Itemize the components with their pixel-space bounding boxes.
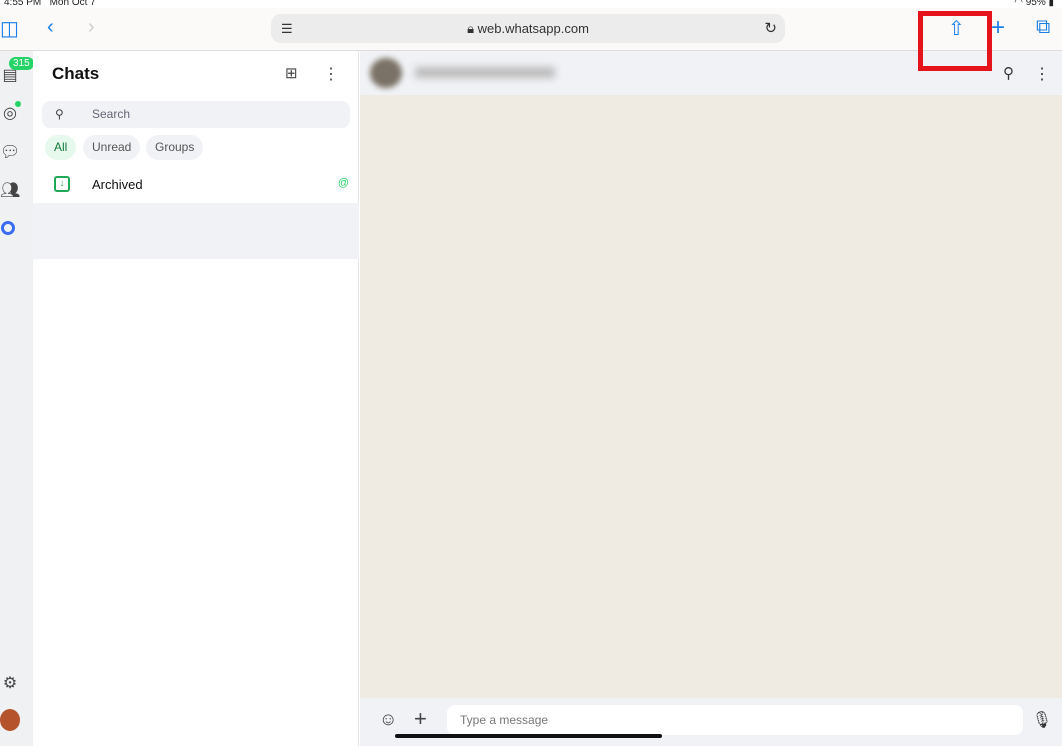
microphone-icon[interactable]: 🎙︎ bbox=[1032, 710, 1052, 730]
emoji-icon[interactable]: ☺ bbox=[379, 709, 397, 730]
contact-name-blurred bbox=[415, 67, 555, 78]
profile-avatar[interactable] bbox=[0, 709, 20, 731]
channels-icon[interactable]: 💬︎ bbox=[0, 142, 20, 162]
filter-groups[interactable]: Groups bbox=[146, 135, 204, 160]
new-tab-icon[interactable]: + bbox=[991, 14, 1005, 42]
conversation-pane: ⚲ ⋮ ☺ + Type a message 🎙︎ bbox=[360, 51, 1062, 746]
filter-all[interactable]: All bbox=[45, 135, 77, 160]
status-time: 4:55 PM Mon Oct 7 bbox=[4, 0, 96, 8]
chat-list-panel: Chats ⊞ ⋮ ⚲ Search All Unread Groups ↓ A… bbox=[33, 51, 359, 746]
attach-icon[interactable]: + bbox=[414, 706, 427, 732]
browser-toolbar: ◫ ‹ › ☰ 🔒︎ web.whatsapp.com ↻ ⇧ + ⧉ bbox=[0, 8, 1062, 71]
forward-icon[interactable]: › bbox=[88, 16, 95, 39]
multitask-dots[interactable]: ••• bbox=[520, 0, 534, 5]
new-chat-icon[interactable]: ⊞ bbox=[285, 64, 298, 82]
status-dot bbox=[15, 101, 21, 107]
search-placeholder: Search bbox=[92, 107, 131, 121]
search-input[interactable]: ⚲ Search bbox=[42, 101, 350, 128]
search-icon: ⚲ bbox=[55, 107, 64, 121]
empty-area bbox=[33, 203, 359, 259]
message-input[interactable]: Type a message bbox=[447, 705, 1023, 735]
highlight-box bbox=[918, 11, 992, 71]
home-indicator[interactable] bbox=[395, 734, 662, 738]
chat-menu-icon[interactable]: ⋮ bbox=[1034, 64, 1050, 84]
reload-icon[interactable]: ↻ bbox=[764, 14, 777, 43]
meta-ai-icon[interactable] bbox=[1, 221, 15, 235]
reader-icon[interactable]: ☰ bbox=[281, 14, 293, 43]
archive-icon: ↓ bbox=[54, 176, 70, 192]
tabs-overview-icon[interactable]: ⧉ bbox=[1036, 16, 1050, 39]
address-bar[interactable]: ☰ 🔒︎ web.whatsapp.com ↻ bbox=[271, 14, 785, 43]
back-icon[interactable]: ‹ bbox=[47, 16, 54, 39]
url-text: web.whatsapp.com bbox=[477, 21, 589, 36]
message-placeholder: Type a message bbox=[460, 713, 549, 727]
status-bar: 4:55 PM Mon Oct 7 ••• ◠ 95% ▮ bbox=[0, 0, 1062, 8]
settings-icon[interactable]: ⚙ bbox=[0, 673, 20, 693]
mention-icon: @ bbox=[337, 177, 349, 189]
sidebar-toggle-icon[interactable]: ◫ bbox=[0, 16, 19, 41]
communities-icon[interactable]: 👥︎ bbox=[0, 180, 20, 200]
archived-row[interactable]: ↓ Archived @ bbox=[33, 167, 359, 203]
nav-rail: ▤ 315 ◎ 💬︎ 👥︎ ⚙ bbox=[0, 51, 34, 746]
menu-icon[interactable]: ⋮ bbox=[323, 64, 339, 84]
search-chat-icon[interactable]: ⚲ bbox=[1003, 64, 1014, 82]
contact-avatar[interactable] bbox=[370, 58, 402, 88]
panel-title: Chats bbox=[52, 64, 100, 83]
battery-indicator: ◠ 95% ▮ bbox=[1014, 0, 1054, 8]
unread-badge: 315 bbox=[9, 57, 34, 70]
filter-unread[interactable]: Unread bbox=[83, 135, 141, 160]
compose-bar: ☺ + Type a message 🎙︎ bbox=[360, 698, 1062, 746]
archived-label: Archived bbox=[92, 177, 143, 192]
